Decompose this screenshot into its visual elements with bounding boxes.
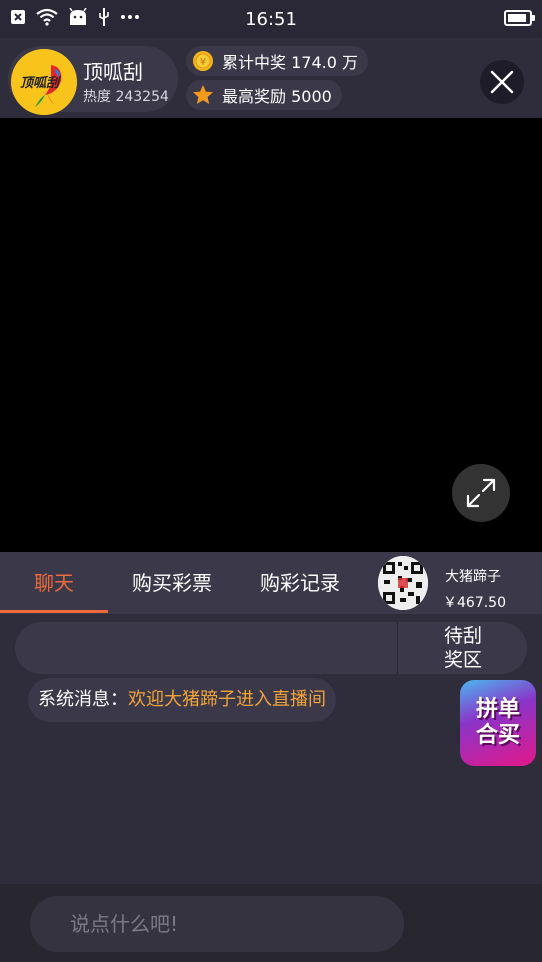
total-prize-badge: ¥ 累计中奖 174.0 万 — [186, 46, 368, 76]
tab-bar: 聊天 购买彩票 购彩记录 大猪蹄子 ￥467.50 — [0, 552, 542, 614]
user-balance: ￥467.50 — [443, 595, 506, 611]
anchor-info[interactable]: 顶呱刮 顶呱刮 热度 243254 — [8, 46, 178, 115]
qr-code-icon — [378, 556, 428, 610]
battery-level — [508, 14, 526, 22]
anchor-heat: 热度 243254 — [83, 89, 169, 105]
tab-buy-lottery[interactable]: 购买彩票 — [118, 552, 226, 614]
user-name: 大猪蹄子 — [445, 569, 501, 585]
user-avatar[interactable] — [378, 556, 428, 610]
total-prize-text: 累计中奖 174.0 万 — [222, 53, 358, 72]
anchor-logo[interactable]: 顶呱刮 — [11, 49, 77, 115]
close-icon — [490, 70, 514, 94]
pending-prize-line1: 待刮 — [443, 625, 482, 647]
svg-text:¥: ¥ — [200, 57, 206, 68]
group-buy-promo-button[interactable]: 拼单 合买 — [460, 680, 536, 766]
tab-chat[interactable]: 聊天 — [0, 552, 108, 614]
star-icon — [192, 84, 214, 106]
svg-text:顶呱刮: 顶呱刮 — [20, 75, 61, 90]
notice-divider — [397, 622, 398, 674]
video-player[interactable] — [0, 118, 542, 552]
tab-purchase-history[interactable]: 购彩记录 — [246, 552, 354, 614]
chat-input[interactable] — [30, 896, 404, 952]
chat-panel: 待刮 奖区 系统消息：欢迎大猪蹄子进入直播间 拼单 合买 — [0, 614, 542, 884]
chat-message: 系统消息：欢迎大猪蹄子进入直播间 — [28, 678, 336, 722]
top-reward-text: 最高奖励 5000 — [222, 87, 332, 106]
status-bar: 16:51 — [0, 0, 542, 38]
tab-active-indicator — [0, 610, 108, 613]
message-label: 系统消息： — [38, 689, 128, 710]
user-account[interactable]: 大猪蹄子 ￥467.50 — [378, 556, 542, 611]
anchor-name: 顶呱刮 — [83, 60, 143, 84]
coin-icon: ¥ — [192, 50, 214, 72]
top-reward-badge: 最高奖励 5000 — [186, 80, 342, 110]
pending-prize-button[interactable]: 待刮 奖区 — [418, 624, 508, 676]
battery-icon — [504, 10, 535, 26]
fullscreen-button[interactable] — [452, 464, 510, 522]
promo-line1: 拼单 — [475, 697, 520, 722]
expand-icon — [466, 478, 496, 508]
message-text: 欢迎大猪蹄子进入直播间 — [128, 689, 326, 710]
close-button[interactable] — [480, 60, 524, 104]
status-time: 16:51 — [245, 9, 297, 30]
live-header: 顶呱刮 顶呱刮 热度 243254 ¥ 累计中奖 174.0 万 最高奖励 50… — [0, 38, 542, 118]
chat-input-bar — [0, 884, 542, 962]
parrot-logo-icon: 顶呱刮 — [11, 49, 77, 115]
promo-line2: 合买 — [475, 723, 520, 748]
pending-prize-line2: 奖区 — [443, 649, 482, 671]
